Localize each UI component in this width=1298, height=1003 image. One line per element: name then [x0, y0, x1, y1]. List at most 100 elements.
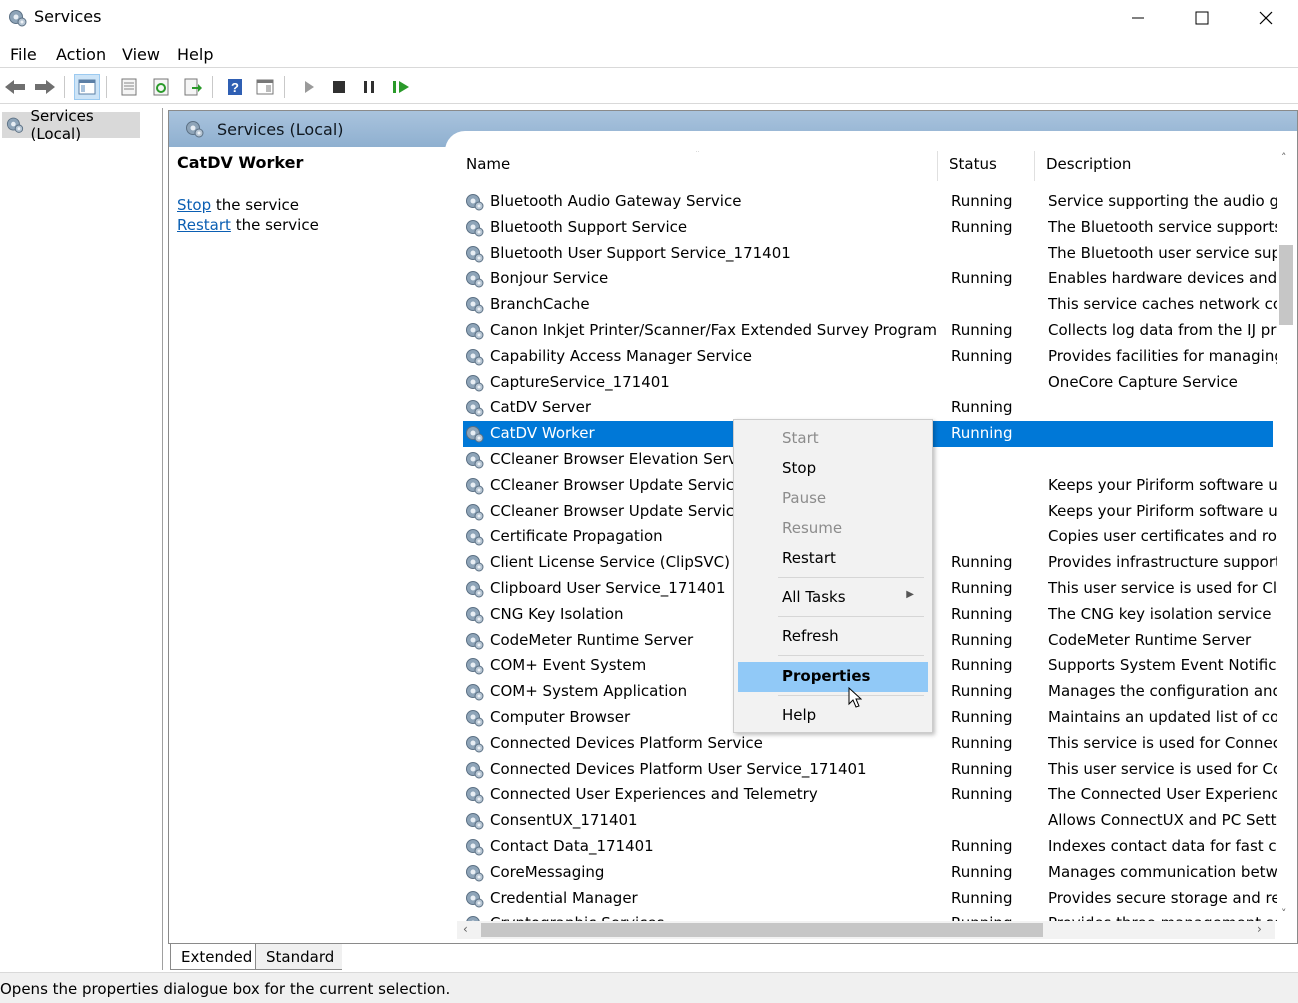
export-list-button[interactable]	[180, 74, 206, 100]
header-curve	[445, 131, 1297, 151]
service-description: Manages the configuration and	[1048, 682, 1278, 700]
restart-service-link[interactable]: Restart	[177, 216, 231, 234]
pause-service-button[interactable]	[356, 74, 382, 100]
service-status: Running	[951, 424, 1013, 442]
service-row[interactable]: Connected User Experiences and Telemetry…	[463, 782, 1278, 808]
horizontal-scrollbar[interactable]: ‹ ›	[457, 921, 1275, 939]
service-description: Provides three management serv	[1048, 914, 1278, 921]
menu-separator	[778, 616, 924, 617]
service-description: Enables hardware devices and sc	[1048, 269, 1278, 287]
menu-item-stop[interactable]: Stop	[738, 454, 928, 484]
forward-button[interactable]	[32, 74, 58, 100]
service-row[interactable]: Connected Devices Platform User Service_…	[463, 757, 1278, 783]
menu-item-all-tasks[interactable]: All Tasks ▶	[738, 583, 928, 613]
menu-separator	[778, 577, 924, 578]
service-detail-pane: CatDV Worker Stop the service Restart th…	[177, 153, 447, 234]
service-row[interactable]: Capability Access Manager Service Running…	[463, 344, 1278, 370]
service-description: Indexes contact data for fast con	[1048, 837, 1278, 855]
service-row[interactable]: ConsentUX_171401 Allows ConnectUX and PC …	[463, 808, 1278, 834]
window-title: Services	[34, 7, 102, 26]
menu-help[interactable]: Help	[177, 45, 213, 64]
vertical-scroll-thumb[interactable]	[1279, 245, 1293, 325]
service-row[interactable]: Cryptographic Services Running Provides th…	[463, 911, 1278, 921]
column-header-name[interactable]: Name	[466, 155, 510, 179]
tab-standard[interactable]: Standard	[256, 944, 342, 970]
stop-service-link[interactable]: Stop	[177, 196, 211, 214]
show-action-pane-button[interactable]	[252, 74, 278, 100]
menu-item-pause[interactable]: Pause	[738, 484, 928, 514]
restart-service-button[interactable]	[388, 74, 414, 100]
service-status: Running	[951, 734, 1013, 752]
properties-toolbar-button[interactable]	[116, 74, 142, 100]
menu-item-restart[interactable]: Restart	[738, 544, 928, 574]
sort-ascending-icon: ˄	[695, 151, 700, 160]
service-status: Running	[951, 218, 1013, 236]
stop-service-button[interactable]	[326, 74, 352, 100]
service-row[interactable]: CoreMessaging Running Manages communicatio…	[463, 860, 1278, 886]
tree-item-services-local[interactable]: Services (Local)	[2, 107, 140, 143]
service-description: This service is used for Connecte	[1048, 734, 1278, 752]
maximize-button[interactable]	[1170, 0, 1234, 36]
start-service-button[interactable]	[296, 74, 322, 100]
service-gear-icon	[465, 450, 485, 470]
service-row[interactable]: Bluetooth Audio Gateway Service Running Se…	[463, 189, 1278, 215]
back-button[interactable]	[2, 74, 28, 100]
console-tree: Services (Local)	[0, 107, 163, 970]
close-button[interactable]	[1234, 0, 1298, 36]
scroll-down-icon[interactable]: ˅	[1281, 907, 1287, 920]
menu-file[interactable]: File	[10, 45, 37, 64]
service-name: Bonjour Service	[490, 269, 609, 287]
help-toolbar-button[interactable]: ?	[222, 74, 248, 100]
action-pane-icon	[256, 79, 274, 95]
service-description: The Connected User Experiences	[1048, 785, 1278, 803]
show-hide-console-tree-button[interactable]	[74, 74, 100, 100]
menu-item-start[interactable]: Start	[738, 424, 928, 454]
column-divider[interactable]	[937, 151, 938, 181]
service-row[interactable]: Bluetooth User Support Service_171401 The…	[463, 241, 1278, 267]
menu-item-properties[interactable]: Properties	[738, 662, 928, 692]
service-gear-icon	[465, 347, 485, 367]
services-gear-icon	[185, 119, 205, 139]
service-description: Copies user certificates and root	[1048, 527, 1278, 545]
menu-item-help[interactable]: Help	[738, 701, 928, 731]
vertical-scrollbar[interactable]: ˄ ˅	[1277, 149, 1295, 923]
scroll-up-icon[interactable]: ˄	[1281, 151, 1287, 164]
service-gear-icon	[465, 785, 485, 805]
service-row[interactable]: Credential Manager Running Provides secure…	[463, 886, 1278, 912]
menu-item-resume[interactable]: Resume	[738, 514, 928, 544]
service-gear-icon	[465, 398, 485, 418]
column-divider[interactable]	[1034, 151, 1035, 181]
horizontal-scroll-thumb[interactable]	[481, 923, 1043, 937]
service-gear-icon	[465, 760, 485, 780]
service-row[interactable]: Connected Devices Platform Service Runnin…	[463, 731, 1278, 757]
tab-extended[interactable]: Extended	[170, 944, 256, 970]
service-name: CatDV Server	[490, 398, 592, 416]
mouse-pointer-icon	[848, 687, 862, 708]
stop-icon	[333, 81, 345, 93]
scroll-left-icon[interactable]: ‹	[463, 922, 468, 936]
services-app-icon	[8, 8, 28, 28]
service-row[interactable]: Canon Inkjet Printer/Scanner/Fax Extende…	[463, 318, 1278, 344]
menu-item-refresh[interactable]: Refresh	[738, 622, 928, 652]
service-row[interactable]: BranchCache This service caches network c…	[463, 292, 1278, 318]
maximize-icon	[1195, 11, 1209, 25]
service-status: Running	[951, 656, 1013, 674]
service-gear-icon	[465, 502, 485, 522]
service-row[interactable]: CatDV Server Running	[463, 395, 1273, 421]
service-status: Running	[951, 192, 1013, 210]
service-gear-icon	[465, 811, 485, 831]
minimize-button[interactable]	[1106, 0, 1170, 36]
forward-arrow-icon	[35, 80, 55, 94]
refresh-toolbar-button[interactable]	[148, 74, 174, 100]
column-header-status[interactable]: Status	[949, 155, 997, 179]
service-row[interactable]: Bonjour Service Running Enables hardware d…	[463, 266, 1278, 292]
selected-service-name: CatDV Worker	[177, 153, 304, 172]
service-name: ConsentUX_171401	[490, 811, 638, 829]
column-header-description[interactable]: Description	[1046, 155, 1131, 179]
menu-action[interactable]: Action	[56, 45, 106, 64]
service-row[interactable]: CaptureService_171401 OneCore Capture Ser…	[463, 370, 1273, 396]
service-row[interactable]: Contact Data_171401 Running Indexes contac…	[463, 834, 1278, 860]
scroll-right-icon[interactable]: ›	[1257, 922, 1262, 936]
service-row[interactable]: Bluetooth Support Service Running The Blue…	[463, 215, 1278, 241]
menu-view[interactable]: View	[122, 45, 160, 64]
